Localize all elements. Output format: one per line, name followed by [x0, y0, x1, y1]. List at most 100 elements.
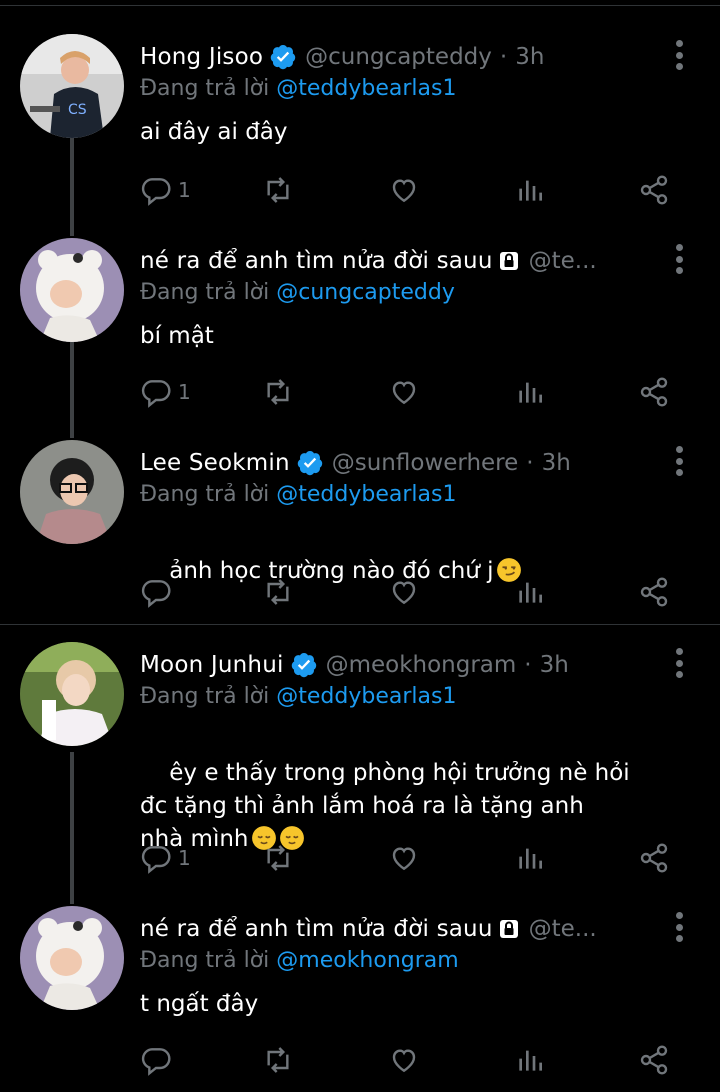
divider	[0, 624, 720, 625]
action-bar	[140, 1040, 680, 1080]
replying-to: Đang trả lời @meokhongram	[140, 948, 459, 973]
more-icon[interactable]	[668, 444, 690, 478]
views-icon	[519, 1050, 542, 1071]
views-icon	[519, 180, 542, 201]
display-name[interactable]: Lee Seokmin	[140, 450, 290, 476]
share-icon	[640, 377, 668, 407]
tweet-header: Moon Junhui @meokhongram · 3h	[140, 648, 650, 682]
verified-icon	[269, 43, 297, 71]
reply-icon	[141, 178, 171, 206]
replying-label: Đang trả lời	[140, 482, 270, 507]
reply-icon	[141, 580, 171, 608]
user-handle[interactable]: @meokhongram	[326, 652, 517, 678]
retweet-icon	[267, 379, 289, 405]
reply-icon	[141, 1048, 171, 1076]
user-handle[interactable]: @te...	[529, 916, 597, 942]
reply-count: 1	[178, 846, 191, 870]
timestamp[interactable]: 3h	[515, 44, 544, 70]
tweet-header: né ra để anh tìm nửa đời sauu @te...	[140, 912, 650, 946]
avatar[interactable]	[20, 906, 124, 1010]
like-button[interactable]	[388, 1040, 420, 1080]
like-icon	[392, 381, 416, 405]
user-handle[interactable]: @cungcapteddy	[305, 44, 492, 70]
replying-to: Đang trả lời @teddybearlas1	[140, 76, 456, 101]
action-bar	[140, 572, 680, 612]
views-button[interactable]	[514, 372, 546, 412]
reply-button[interactable]: 1	[140, 838, 191, 878]
views-icon	[519, 848, 542, 869]
display-name[interactable]: né ra để anh tìm nửa đời sauu	[140, 916, 493, 942]
mention-link[interactable]: @teddybearlas1	[276, 482, 456, 507]
user-handle[interactable]: @sunflowerhere	[332, 450, 519, 476]
like-icon	[392, 1049, 416, 1073]
avatar[interactable]	[20, 238, 124, 342]
verified-icon	[290, 651, 318, 679]
tweet-text: ai đây ai đây	[140, 119, 288, 145]
tweet[interactable]: CS Hong Jisoo @cungcapteddy · 3h Đang tr…	[0, 34, 720, 234]
share-icon	[640, 843, 668, 873]
lock-icon	[497, 249, 521, 273]
retweet-icon	[267, 177, 289, 203]
display-name[interactable]: Hong Jisoo	[140, 44, 263, 70]
reply-count: 1	[178, 380, 191, 404]
svg-text:CS: CS	[68, 102, 87, 118]
more-icon[interactable]	[668, 646, 690, 680]
share-button[interactable]	[638, 1040, 670, 1080]
reply-button[interactable]: 1	[140, 372, 191, 412]
action-bar: 1	[140, 170, 680, 210]
avatar[interactable]: CS	[20, 34, 124, 138]
retweet-button[interactable]	[262, 838, 294, 878]
views-button[interactable]	[514, 170, 546, 210]
display-name[interactable]: né ra để anh tìm nửa đời sauu	[140, 248, 493, 274]
reply-icon	[141, 380, 171, 408]
divider	[0, 5, 720, 6]
tweet[interactable]: né ra để anh tìm nửa đời sauu @te... Đan…	[0, 906, 720, 1092]
reply-count: 1	[178, 178, 191, 202]
retweet-button[interactable]	[262, 372, 294, 412]
user-handle[interactable]: @te...	[529, 248, 597, 274]
reply-button[interactable]	[140, 572, 178, 612]
like-button[interactable]	[388, 838, 420, 878]
retweet-button[interactable]	[262, 572, 294, 612]
reply-button[interactable]	[140, 1040, 178, 1080]
tweet[interactable]: Lee Seokmin @sunflowerhere · 3h Đang trả…	[0, 440, 720, 620]
timestamp[interactable]: 3h	[540, 652, 569, 678]
separator-dot: ·	[524, 652, 532, 678]
like-icon	[392, 847, 416, 871]
like-icon	[392, 581, 416, 605]
avatar[interactable]	[20, 642, 124, 746]
like-button[interactable]	[388, 572, 420, 612]
mention-link[interactable]: @teddybearlas1	[276, 76, 456, 101]
share-button[interactable]	[638, 838, 670, 878]
avatar[interactable]	[20, 440, 124, 544]
verified-icon	[296, 449, 324, 477]
share-button[interactable]	[638, 572, 670, 612]
like-button[interactable]	[388, 170, 420, 210]
more-icon[interactable]	[668, 910, 690, 944]
views-button[interactable]	[514, 572, 546, 612]
replying-to: Đang trả lời @teddybearlas1	[140, 684, 456, 709]
tweet[interactable]: né ra để anh tìm nửa đời sauu @te... Đan…	[0, 238, 720, 438]
tweet[interactable]: Moon Junhui @meokhongram · 3h Đang trả l…	[0, 642, 720, 902]
retweet-button[interactable]	[262, 1040, 294, 1080]
share-button[interactable]	[638, 372, 670, 412]
mention-link[interactable]: @teddybearlas1	[276, 684, 456, 709]
reply-button[interactable]: 1	[140, 170, 191, 210]
views-button[interactable]	[514, 838, 546, 878]
lock-icon	[497, 917, 521, 941]
display-name[interactable]: Moon Junhui	[140, 652, 284, 678]
replying-label: Đang trả lời	[140, 684, 270, 709]
more-icon[interactable]	[668, 38, 690, 72]
mention-link[interactable]: @cungcapteddy	[276, 280, 455, 305]
share-icon	[640, 175, 668, 205]
share-button[interactable]	[638, 170, 670, 210]
tweet-header: Hong Jisoo @cungcapteddy · 3h	[140, 40, 650, 74]
like-button[interactable]	[388, 372, 420, 412]
replying-to: Đang trả lời @cungcapteddy	[140, 280, 455, 305]
mention-link[interactable]: @meokhongram	[276, 948, 458, 973]
more-icon[interactable]	[668, 242, 690, 276]
views-button[interactable]	[514, 1040, 546, 1080]
timestamp[interactable]: 3h	[542, 450, 571, 476]
replying-label: Đang trả lời	[140, 280, 270, 305]
retweet-button[interactable]	[262, 170, 294, 210]
